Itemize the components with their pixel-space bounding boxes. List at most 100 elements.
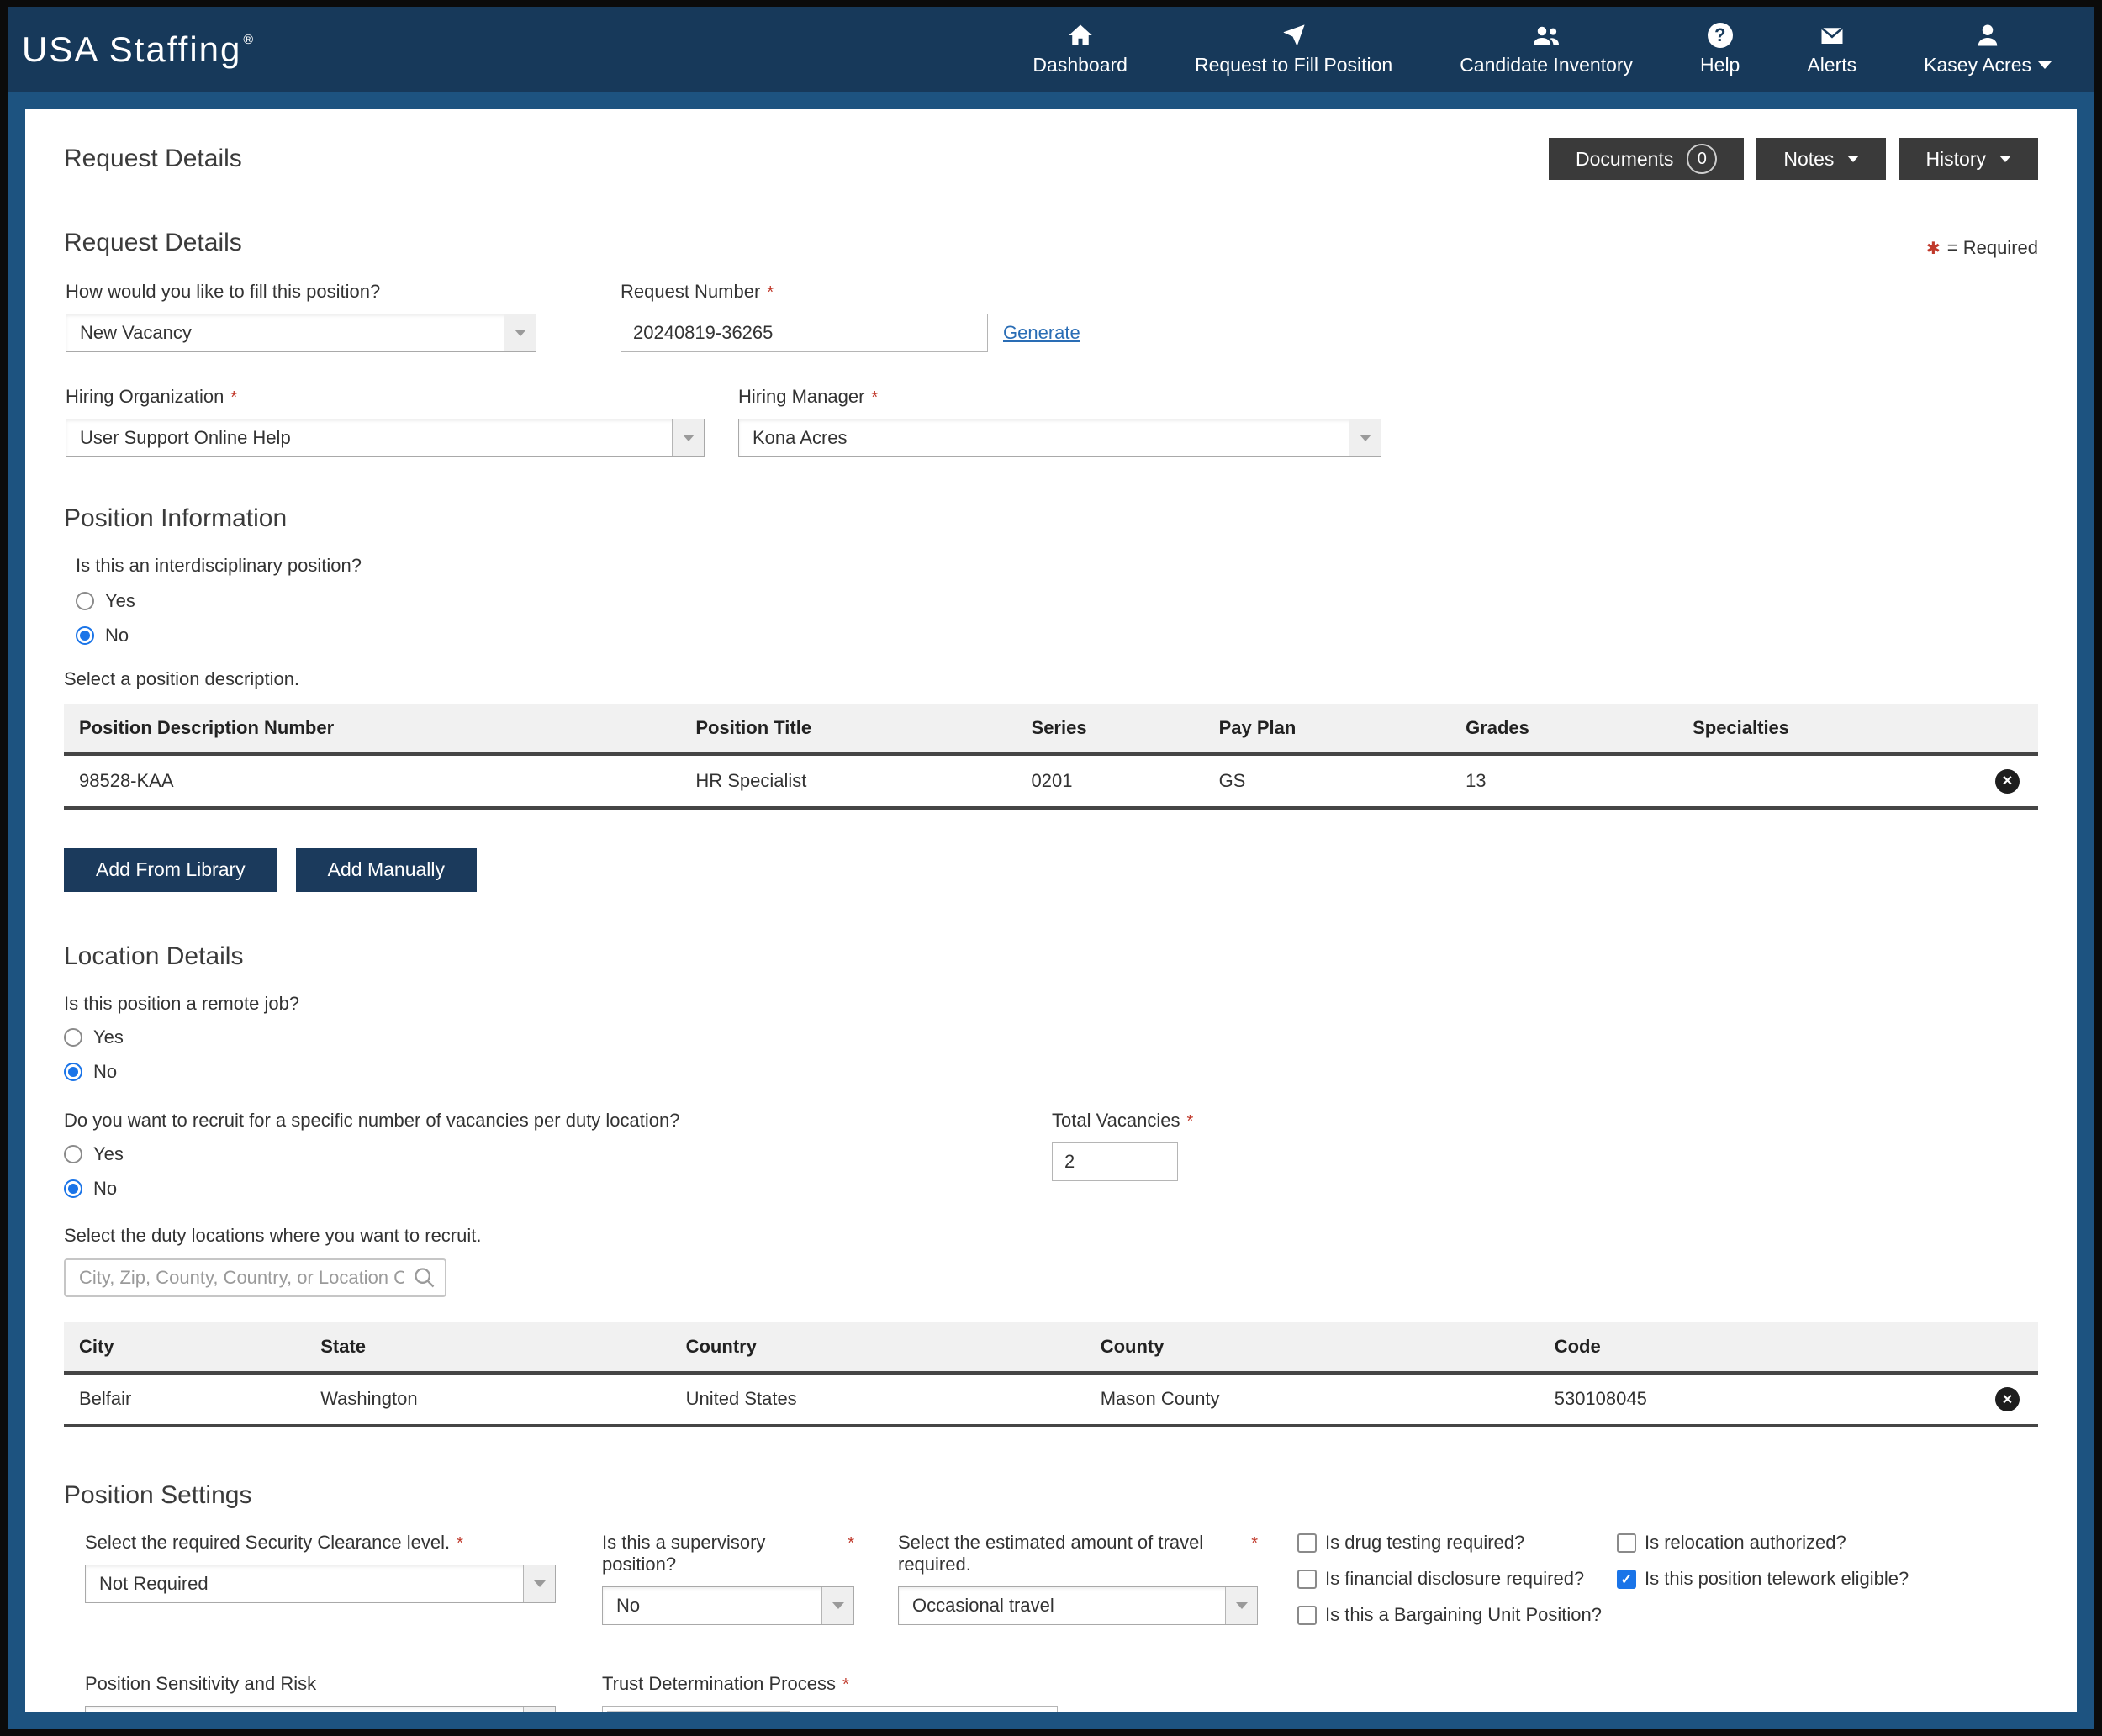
interdisciplinary-no-option[interactable]: No (76, 625, 2038, 646)
documents-label: Documents (1576, 148, 1673, 171)
paper-plane-icon (1281, 23, 1307, 48)
radio-selected-icon[interactable] (64, 1063, 82, 1081)
remove-row-icon[interactable]: ✕ (1995, 769, 2020, 794)
nav-help[interactable]: ? Help (1666, 23, 1773, 77)
table-row: 98528-KAA HR Specialist 0201 GS 13 ✕ (64, 754, 2038, 808)
add-manually-button[interactable]: Add Manually (296, 848, 477, 892)
request-details-section: ✱ = Required Request Details How would y… (64, 197, 2038, 457)
column-header: Code (1555, 1322, 1988, 1373)
checkbox-unchecked-icon[interactable] (1297, 1533, 1317, 1553)
checkbox-unchecked-icon[interactable] (1617, 1533, 1636, 1553)
column-header: County (1101, 1322, 1555, 1373)
required-asterisk-icon: * (848, 1534, 854, 1554)
column-header: Series (1032, 704, 1219, 754)
total-vacancies-input[interactable] (1052, 1142, 1178, 1181)
users-icon (1531, 23, 1561, 48)
envelope-icon (1819, 23, 1846, 48)
nav-items: Dashboard Request to Fill Position Candi… (999, 23, 2052, 77)
fill-position-value: New Vacancy (66, 322, 192, 344)
nav-label: Help (1700, 54, 1740, 77)
required-asterisk-icon: * (842, 1675, 849, 1695)
radio-label: Yes (93, 1026, 124, 1048)
travel-select[interactable]: Occasional travel (898, 1586, 1258, 1625)
security-clearance-select[interactable]: Not Required (85, 1565, 556, 1603)
grades-cell: 13 (1466, 754, 1693, 808)
home-icon (1067, 23, 1094, 48)
sensitivity-risk-select[interactable]: Noncritical-Sensitive (NCS)/Moderate Ris… (85, 1706, 556, 1712)
radio-unselected-icon[interactable] (64, 1145, 82, 1163)
column-header: Specialties (1693, 704, 1988, 754)
radio-label: Yes (105, 590, 135, 612)
add-from-library-button[interactable]: Add From Library (64, 848, 277, 892)
trust-determination-multiselect[interactable]: ✕ Suitability/Fitness (602, 1706, 1058, 1712)
generate-link[interactable]: Generate (1003, 322, 1080, 344)
nav-request-to-fill-position[interactable]: Request to Fill Position (1161, 23, 1426, 77)
dropdown-arrow-icon (1225, 1587, 1257, 1624)
request-details-heading: Request Details (64, 229, 2038, 257)
drug-testing-checkbox[interactable]: Is drug testing required? (1297, 1532, 1617, 1554)
checkbox-unchecked-icon[interactable] (1297, 1570, 1317, 1589)
total-vacancies-label: Total Vacancies * (1052, 1110, 1193, 1132)
brand-logo[interactable]: USA Staffing ® (22, 29, 255, 70)
question-circle-icon: ? (1708, 23, 1733, 48)
remove-row-icon[interactable]: ✕ (1995, 1387, 2020, 1411)
telework-eligible-checkbox[interactable]: ✓ Is this position telework eligible? (1617, 1568, 1909, 1590)
radio-label: Yes (93, 1143, 124, 1165)
bargaining-unit-checkbox[interactable]: Is this a Bargaining Unit Position? (1297, 1604, 1617, 1626)
history-label: History (1925, 148, 1986, 171)
code-cell: 530108045 (1555, 1373, 1988, 1427)
interdisciplinary-yes-option[interactable]: Yes (76, 590, 2038, 612)
chevron-down-icon (1999, 156, 2011, 162)
remote-yes-option[interactable]: Yes (64, 1026, 2038, 1048)
specialties-cell (1693, 754, 1988, 808)
position-title-cell: HR Specialist (695, 754, 1031, 808)
required-asterisk-icon: * (1186, 1112, 1193, 1132)
checkbox-unchecked-icon[interactable] (1297, 1606, 1317, 1625)
nav-dashboard[interactable]: Dashboard (999, 23, 1161, 77)
vacancies-yes-option[interactable]: Yes (64, 1143, 1052, 1165)
nav-candidate-inventory[interactable]: Candidate Inventory (1426, 23, 1666, 77)
hiring-manager-select[interactable]: Kona Acres (738, 419, 1381, 457)
brand-text: USA Staffing (22, 29, 241, 70)
radio-label: No (105, 625, 129, 646)
radio-selected-icon[interactable] (64, 1179, 82, 1198)
remote-no-option[interactable]: No (64, 1061, 2038, 1083)
page-content: Request Details Documents 0 Notes Histor… (25, 109, 2077, 1712)
vacancies-no-option[interactable]: No (64, 1178, 1052, 1200)
registered-mark: ® (243, 33, 255, 48)
dropdown-arrow-icon (821, 1587, 853, 1624)
dropdown-arrow-icon (523, 1565, 555, 1602)
duty-location-search-input[interactable] (64, 1258, 446, 1297)
nav-label: Candidate Inventory (1460, 54, 1633, 77)
nav-alerts[interactable]: Alerts (1773, 23, 1890, 77)
radio-unselected-icon[interactable] (64, 1028, 82, 1047)
required-asterisk-icon: * (457, 1534, 463, 1554)
checkbox-checked-icon[interactable]: ✓ (1617, 1570, 1636, 1589)
dropdown-arrow-icon (523, 1707, 555, 1712)
nav-user-menu[interactable]: Kasey Acres (1890, 23, 2052, 77)
checkbox-label: Is financial disclosure required? (1325, 1568, 1584, 1590)
location-details-heading: Location Details (64, 942, 2038, 971)
page-title: Request Details (64, 145, 242, 173)
financial-disclosure-checkbox[interactable]: Is financial disclosure required? (1297, 1568, 1617, 1590)
radio-unselected-icon[interactable] (76, 592, 94, 610)
location-details-section: Location Details Is this position a remo… (64, 892, 2038, 1428)
position-settings-section: Position Settings Select the required Se… (64, 1427, 2038, 1712)
vacancies-per-location-question: Do you want to recruit for a specific nu… (64, 1110, 1052, 1132)
fill-position-select[interactable]: New Vacancy (66, 314, 536, 352)
request-number-label: Request Number * (621, 281, 1080, 303)
required-legend: ✱ = Required (1926, 237, 2038, 259)
supervisory-select[interactable]: No (602, 1586, 854, 1625)
relocation-authorized-checkbox[interactable]: Is relocation authorized? (1617, 1532, 1909, 1554)
duty-locations-label: Select the duty locations where you want… (64, 1225, 2038, 1247)
history-button[interactable]: History (1899, 138, 2038, 180)
radio-selected-icon[interactable] (76, 626, 94, 645)
request-number-input[interactable] (621, 314, 988, 352)
column-header: Position Description Number (64, 704, 695, 754)
position-settings-heading: Position Settings (64, 1481, 2038, 1510)
documents-button[interactable]: Documents 0 (1549, 138, 1744, 180)
checkbox-label: Is this a Bargaining Unit Position? (1325, 1604, 1602, 1626)
table-row: Belfair Washington United States Mason C… (64, 1373, 2038, 1427)
notes-button[interactable]: Notes (1756, 138, 1886, 180)
hiring-organization-select[interactable]: User Support Online Help (66, 419, 705, 457)
